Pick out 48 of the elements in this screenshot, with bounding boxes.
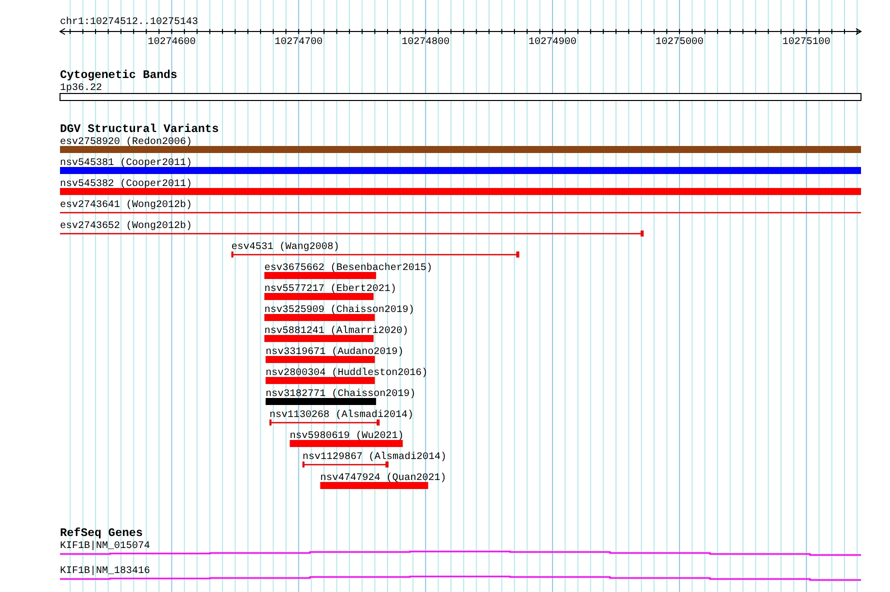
variant-bar[interactable] (266, 377, 375, 384)
variant-label[interactable]: esv2743652 (Wong2012b) (60, 221, 192, 232)
variant-bar[interactable] (264, 272, 376, 279)
ruler-label: 10275100 (782, 37, 830, 48)
variant-label[interactable]: nsv1130268 (Alsmadi2014) (269, 410, 414, 421)
variant-label[interactable]: nsv545382 (Cooper2011) (60, 179, 192, 190)
track-title: Cytogenetic Bands (60, 69, 178, 82)
variant-label[interactable]: nsv3525909 (Chaisson2019) (264, 305, 414, 316)
ruler-label: 10274600 (148, 37, 196, 48)
variant-label[interactable]: esv4531 (Wang2008) (231, 242, 340, 253)
variant-bar[interactable] (60, 188, 861, 195)
variant-line[interactable] (302, 462, 388, 468)
variant-label[interactable]: nsv5881241 (Almarri2020) (264, 326, 408, 337)
ruler-label: 10274800 (402, 37, 450, 48)
ruler-label: 10274700 (274, 37, 323, 48)
track-title: DGV Structural Variants (60, 123, 219, 136)
variant-bar[interactable] (264, 293, 374, 300)
variant-label[interactable]: nsv2800304 (Huddleston2016) (266, 368, 428, 379)
variant-bar[interactable] (60, 167, 861, 174)
variant-label[interactable]: esv3675662 (Besenbacher2015) (264, 263, 432, 274)
variant-label[interactable]: nsv3182771 (Chaisson2019) (266, 389, 416, 400)
ruler-label: 10274900 (528, 37, 577, 48)
variant-bar[interactable] (320, 482, 428, 489)
variant-line[interactable] (231, 252, 520, 258)
variant-bar[interactable] (264, 314, 375, 321)
location-label: chr1:10274512..10275143 (60, 17, 198, 28)
variant-label[interactable]: nsv545381 (Cooper2011) (60, 158, 192, 169)
variant-label[interactable]: esv2743641 (Wong2012b) (60, 200, 192, 211)
gene-label[interactable]: KIF1B|NM_183416 (60, 566, 150, 577)
variant-label[interactable]: esv2758920 (Redon2006) (60, 137, 192, 148)
variant-label[interactable]: nsv3319671 (Audano2019) (266, 347, 404, 358)
ruler-label: 10275000 (655, 37, 704, 48)
variant-label[interactable]: nsv4747924 (Quan2021) (320, 473, 446, 484)
track-title: RefSeq Genes (60, 527, 143, 540)
gene-model-line[interactable] (60, 576, 861, 581)
variant-bar[interactable] (264, 335, 374, 342)
gene-model-line[interactable] (60, 550, 861, 556)
variant-label[interactable]: nsv5577217 (Ebert2021) (264, 284, 396, 295)
variant-line[interactable] (269, 420, 380, 426)
variant-bar[interactable] (60, 146, 861, 153)
band-label: 1p36.22 (60, 83, 102, 94)
gene-label[interactable]: KIF1B|NM_015074 (60, 541, 150, 552)
variant-bar[interactable] (290, 440, 403, 447)
variant-label[interactable]: nsv5980619 (Wu2021) (290, 431, 404, 442)
variant-label[interactable]: nsv1129867 (Alsmadi2014) (302, 452, 446, 463)
variant-bar[interactable] (266, 356, 375, 363)
variant-bar[interactable] (266, 398, 376, 405)
variant-line[interactable] (60, 230, 644, 236)
